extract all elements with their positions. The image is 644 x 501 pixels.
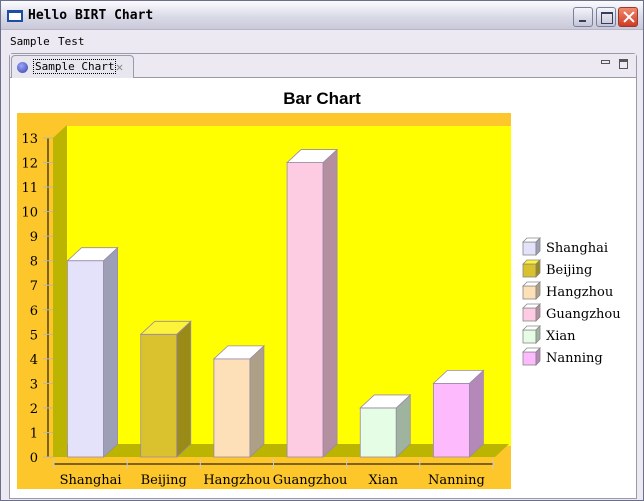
bar-front xyxy=(67,260,104,458)
legend-label: Shanghai xyxy=(546,241,608,256)
y-tick-label: 11 xyxy=(21,181,38,196)
menu-test[interactable]: Test xyxy=(58,35,85,48)
bar-front xyxy=(140,333,178,458)
bar-front xyxy=(359,407,397,458)
y-tick-label: 8 xyxy=(30,255,38,270)
legend-swatch xyxy=(522,329,537,344)
close-button[interactable] xyxy=(618,7,638,27)
bar-side xyxy=(249,344,265,458)
legend-swatch xyxy=(522,351,537,366)
tab-sample-chart[interactable]: Sample Chart ✕ xyxy=(11,55,134,78)
y-tick-label: 12 xyxy=(21,157,38,172)
y-tick-label: 3 xyxy=(30,377,38,392)
legend-label: Beijing xyxy=(546,263,592,278)
tab-label: Sample Chart xyxy=(33,59,117,74)
legend-swatch xyxy=(522,285,537,300)
tab-strip: Sample Chart ✕ xyxy=(10,54,636,78)
chart-area: Bar Chart 0 1 2 3 4 5 6 7 8 9 10 11 12 13 Shanghai Beiji… xyxy=(14,79,632,497)
view-maximize-button[interactable] xyxy=(619,59,628,69)
legend-label: Xian xyxy=(546,329,576,344)
legend-swatch xyxy=(522,307,537,322)
legend-label: Hangzhou xyxy=(546,285,613,300)
bar-chart: Bar Chart012345678910111213Shanghai Beiji… xyxy=(17,89,621,489)
legend-label: Nanning xyxy=(546,351,603,366)
x-tick-label: Shanghai xyxy=(60,473,122,488)
menu-sample[interactable]: Sample xyxy=(10,35,50,48)
x-tick-label: Beijing xyxy=(141,473,187,488)
x-tick-label: Hangzhou xyxy=(203,473,270,488)
y-tick-label: 6 xyxy=(30,304,38,319)
y-tick-label: 2 xyxy=(30,402,38,417)
bar-side xyxy=(103,246,118,458)
x-tick-label: Guangzhou xyxy=(273,473,348,488)
y-tick-label: 7 xyxy=(30,279,38,294)
y-tick-label: 1 xyxy=(30,426,38,441)
chart-title: Bar Chart xyxy=(283,89,361,108)
bar-side xyxy=(176,320,192,458)
bar-side xyxy=(469,369,484,458)
y-tick-label: 9 xyxy=(30,230,38,245)
title-bar[interactable]: Hello BIRT Chart xyxy=(1,1,643,30)
y-tick-label: 10 xyxy=(21,206,38,221)
side-wall xyxy=(53,125,67,457)
bar-front xyxy=(433,382,470,458)
bar-front xyxy=(213,358,251,458)
y-tick-label: 4 xyxy=(30,353,38,368)
window-icon xyxy=(7,10,23,22)
bar-side xyxy=(322,148,338,458)
y-tick-label: 13 xyxy=(21,132,38,147)
minimize-button[interactable] xyxy=(573,7,593,27)
app-window: Hello BIRT Chart Sample Test Sample Char… xyxy=(0,0,644,501)
view-minimize-button[interactable] xyxy=(601,60,610,64)
tab-close-icon[interactable]: ✕ xyxy=(116,61,123,73)
maximize-button[interactable] xyxy=(596,7,616,27)
menu-bar: Sample Test xyxy=(1,31,643,51)
bar-front xyxy=(286,162,324,458)
y-tick-label: 0 xyxy=(30,451,38,466)
chart-icon xyxy=(17,62,28,73)
y-tick-label: 5 xyxy=(30,328,38,343)
legend-swatch xyxy=(522,263,537,278)
window-title: Hello BIRT Chart xyxy=(28,8,154,23)
chart-view: Sample Chart ✕ Bar Chart 0 1 2 3 4 5 6 7 8 9 10 11 12… xyxy=(9,53,637,499)
x-tick-label: Xian xyxy=(368,473,398,488)
legend-label: Guangzhou xyxy=(546,307,621,322)
x-tick-label: Nanning xyxy=(428,473,485,488)
legend-swatch xyxy=(522,241,537,256)
